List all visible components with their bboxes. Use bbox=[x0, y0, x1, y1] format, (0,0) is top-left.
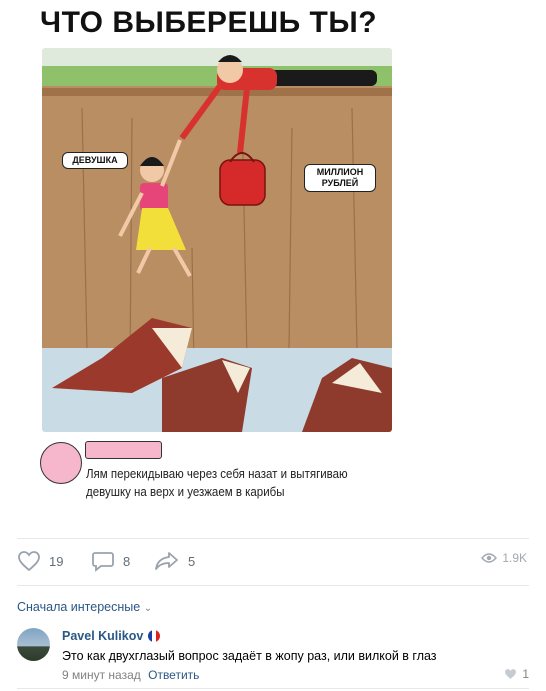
post-actions-bar: 19 8 5 1.9K bbox=[17, 548, 529, 572]
heart-icon bbox=[505, 669, 517, 679]
comment-like-button[interactable]: 1 bbox=[504, 667, 529, 681]
heart-icon bbox=[18, 551, 40, 572]
like-button[interactable]: 19 bbox=[17, 550, 63, 572]
comment-count: 8 bbox=[123, 553, 131, 569]
post-image[interactable]: ЧТО ВЫБЕРЕШЬ ТЫ? ДЕВУШКА МИЛЛИОН РУБЛЕЙ … bbox=[25, 0, 420, 525]
views-count: 1.9K bbox=[502, 551, 527, 565]
comment-like-count: 1 bbox=[522, 667, 529, 681]
share-count: 5 bbox=[188, 553, 196, 569]
share-button[interactable]: 5 bbox=[154, 550, 195, 572]
comment-button[interactable]: 8 bbox=[91, 550, 130, 572]
eye-icon bbox=[481, 553, 498, 563]
comment-author[interactable]: Pavel Kulikov bbox=[62, 629, 161, 643]
label-million-rubles: МИЛЛИОН РУБЛЕЙ bbox=[304, 164, 376, 192]
chevron-down-icon: ⌄ bbox=[143, 603, 153, 614]
divider bbox=[17, 688, 529, 689]
label-girl: ДЕВУШКА bbox=[62, 152, 128, 169]
meme-drawing: ДЕВУШКА МИЛЛИОН РУБЛЕЙ bbox=[42, 48, 392, 432]
comment-text: Это как двухглазый вопрос задаёт в жопу … bbox=[62, 649, 437, 663]
share-icon bbox=[155, 552, 178, 570]
divider bbox=[17, 585, 529, 586]
meme-reply-name-placeholder bbox=[85, 441, 162, 459]
like-count: 19 bbox=[49, 553, 64, 569]
sort-label: Сначала интересные bbox=[17, 600, 141, 614]
meme-reply-text: Лям перекидываю через себя назат и вытяг… bbox=[86, 467, 348, 499]
comment-meta: 9 минут назад Ответить bbox=[62, 668, 199, 682]
avatar[interactable] bbox=[17, 628, 50, 661]
reply-link[interactable]: Ответить bbox=[148, 668, 199, 682]
comment-timestamp[interactable]: 9 минут назад bbox=[62, 668, 141, 682]
comments-sort-dropdown[interactable]: Сначала интересные ⌄ bbox=[17, 600, 152, 614]
comment-icon bbox=[92, 552, 114, 572]
meme-title: ЧТО ВЫБЕРЕШЬ ТЫ? bbox=[40, 6, 378, 39]
comment-author-name: Pavel Kulikov bbox=[62, 629, 144, 643]
views-counter: 1.9K bbox=[481, 551, 527, 565]
divider bbox=[17, 538, 529, 539]
meme-reply-avatar bbox=[40, 442, 82, 484]
france-flag-icon bbox=[148, 630, 161, 642]
